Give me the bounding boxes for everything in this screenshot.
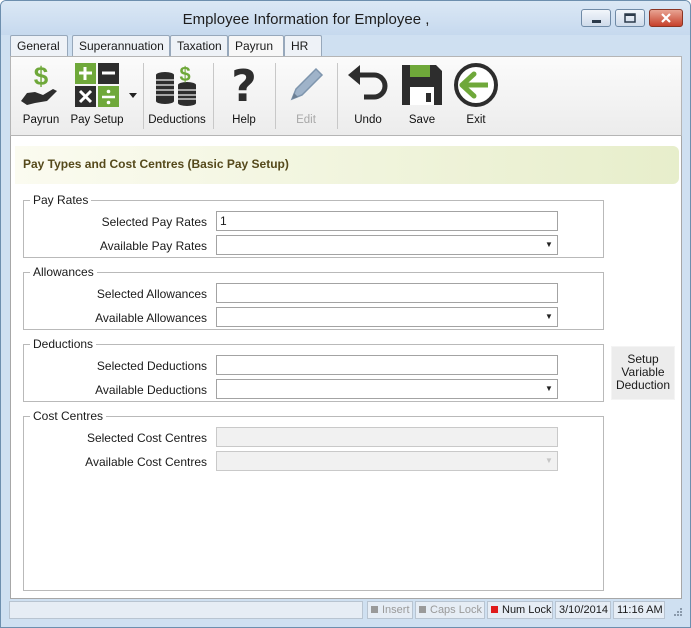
help-label: Help bbox=[232, 114, 256, 126]
exit-arrow-icon bbox=[454, 63, 498, 107]
deductions-button[interactable]: $ Deductions bbox=[147, 57, 207, 135]
insert-indicator-light bbox=[371, 606, 378, 613]
status-date: 3/10/2014 bbox=[555, 601, 611, 619]
selected-deductions-label: Selected Deductions bbox=[96, 359, 207, 373]
num-lock-label: Num Lock bbox=[502, 604, 552, 616]
tab-payrun[interactable]: Payrun bbox=[228, 35, 284, 58]
resize-grip-icon[interactable] bbox=[674, 608, 682, 616]
exit-button[interactable]: Exit bbox=[451, 57, 501, 135]
allowances-group: Allowances Selected Allowances Available… bbox=[23, 265, 604, 330]
insert-indicator: Insert bbox=[367, 601, 413, 619]
window-title: Employee Information for Employee , bbox=[182, 11, 430, 28]
calculator-icon bbox=[75, 63, 119, 107]
chevron-down-icon[interactable]: ▼ bbox=[542, 309, 556, 325]
toolbar-separator bbox=[143, 63, 144, 129]
selected-allowances-field[interactable] bbox=[216, 283, 558, 303]
tab-strip: General Superannuation Taxation Payrun H… bbox=[10, 35, 685, 58]
selected-pay-rates-label: Selected Pay Rates bbox=[101, 215, 207, 229]
maximize-icon bbox=[624, 13, 636, 23]
svg-text:?: ? bbox=[231, 61, 257, 109]
deductions-group: Deductions Selected Deductions Available… bbox=[23, 337, 604, 402]
chevron-down-icon[interactable] bbox=[129, 93, 137, 99]
payrun-button[interactable]: $ Payrun bbox=[15, 57, 67, 135]
maximize-button[interactable] bbox=[615, 9, 645, 27]
exit-label: Exit bbox=[466, 114, 486, 126]
selected-allowances-label: Selected Allowances bbox=[96, 287, 207, 301]
pay-rates-legend: Pay Rates bbox=[30, 193, 92, 207]
save-button[interactable]: Save bbox=[397, 57, 447, 135]
chevron-down-icon[interactable]: ▼ bbox=[542, 381, 556, 397]
caps-lock-label: Caps Lock bbox=[430, 604, 482, 616]
status-time: 11:16 AM bbox=[613, 601, 665, 619]
pay-rates-group: Pay Rates Selected Pay Rates 1 Available… bbox=[23, 193, 604, 258]
close-icon bbox=[661, 13, 671, 23]
available-cost-centres-label: Available Cost Centres bbox=[85, 455, 207, 469]
deductions-legend: Deductions bbox=[30, 337, 97, 351]
setup-variable-deduction-button[interactable]: Setup Variable Deduction bbox=[611, 346, 675, 400]
selected-cost-centres-field[interactable] bbox=[216, 427, 558, 447]
tab-taxation[interactable]: Taxation bbox=[170, 35, 228, 57]
tab-general[interactable]: General bbox=[10, 35, 68, 57]
tab-superannuation[interactable]: Superannuation bbox=[72, 35, 170, 57]
status-bar: Insert Caps Lock Num Lock 3/10/2014 11:1… bbox=[9, 601, 685, 619]
payrun-label: Payrun bbox=[22, 114, 60, 126]
close-button[interactable] bbox=[649, 9, 683, 27]
available-cost-centres-dropdown[interactable]: ▼ bbox=[216, 451, 558, 471]
toolbar-ribbon: $ Payrun Pay Setup $ Deductions ? Help E… bbox=[10, 56, 682, 136]
pay-setup-panel: Pay Types and Cost Centres (Basic Pay Se… bbox=[10, 136, 682, 599]
section-title: Pay Types and Cost Centres (Basic Pay Se… bbox=[23, 157, 289, 171]
undo-button[interactable]: Undo bbox=[343, 57, 393, 135]
caps-lock-indicator-light bbox=[419, 606, 426, 613]
toolbar-separator bbox=[337, 63, 338, 129]
section-header: Pay Types and Cost Centres (Basic Pay Se… bbox=[15, 146, 679, 184]
undo-label: Undo bbox=[354, 114, 382, 126]
insert-label: Insert bbox=[382, 604, 410, 616]
chevron-down-icon[interactable]: ▼ bbox=[542, 453, 556, 469]
available-pay-rates-dropdown[interactable]: ▼ bbox=[216, 235, 558, 255]
minimize-button[interactable] bbox=[581, 9, 611, 27]
available-allowances-dropdown[interactable]: ▼ bbox=[216, 307, 558, 327]
num-lock-indicator: Num Lock bbox=[487, 601, 553, 619]
selected-cost-centres-label: Selected Cost Centres bbox=[86, 431, 207, 445]
undo-arrow-icon bbox=[348, 65, 388, 100]
caps-lock-indicator: Caps Lock bbox=[415, 601, 485, 619]
selected-deductions-field[interactable] bbox=[216, 355, 558, 375]
svg-text:$: $ bbox=[179, 64, 190, 86]
edit-button[interactable]: Edit bbox=[281, 57, 331, 135]
toolbar-separator bbox=[275, 63, 276, 129]
selected-pay-rates-field[interactable]: 1 bbox=[216, 211, 558, 231]
cost-centres-legend: Cost Centres bbox=[30, 409, 107, 423]
available-deductions-dropdown[interactable]: ▼ bbox=[216, 379, 558, 399]
save-label: Save bbox=[408, 114, 436, 126]
tab-hr[interactable]: HR bbox=[284, 35, 322, 57]
hand-dollar-icon: $ bbox=[21, 61, 57, 105]
title-bar[interactable]: Employee Information for Employee , bbox=[1, 1, 690, 35]
allowances-legend: Allowances bbox=[30, 265, 97, 279]
status-message bbox=[9, 601, 363, 619]
pay-setup-button[interactable]: Pay Setup bbox=[69, 57, 139, 135]
floppy-disk-icon bbox=[402, 65, 442, 105]
employee-information-window: Employee Information for Employee , Gene… bbox=[0, 0, 691, 628]
setup-variable-deduction-line3: Deduction bbox=[615, 378, 671, 392]
num-lock-indicator-light bbox=[491, 606, 498, 613]
available-allowances-label: Available Allowances bbox=[95, 311, 207, 325]
minimize-icon bbox=[592, 20, 601, 23]
cost-centres-group: Cost Centres Selected Cost Centres Avail… bbox=[23, 409, 604, 591]
pencil-icon bbox=[290, 67, 324, 101]
chevron-down-icon[interactable]: ▼ bbox=[542, 237, 556, 253]
coin-stack-icon: $ bbox=[156, 64, 196, 106]
svg-text:$: $ bbox=[34, 61, 49, 91]
pay-setup-label: Pay Setup bbox=[70, 114, 124, 126]
deductions-label: Deductions bbox=[148, 114, 206, 126]
help-button[interactable]: ? Help bbox=[219, 57, 269, 135]
available-deductions-label: Available Deductions bbox=[95, 383, 207, 397]
question-mark-icon: ? bbox=[231, 61, 257, 109]
toolbar-separator bbox=[213, 63, 214, 129]
available-pay-rates-label: Available Pay Rates bbox=[99, 239, 207, 253]
edit-label: Edit bbox=[296, 114, 316, 126]
